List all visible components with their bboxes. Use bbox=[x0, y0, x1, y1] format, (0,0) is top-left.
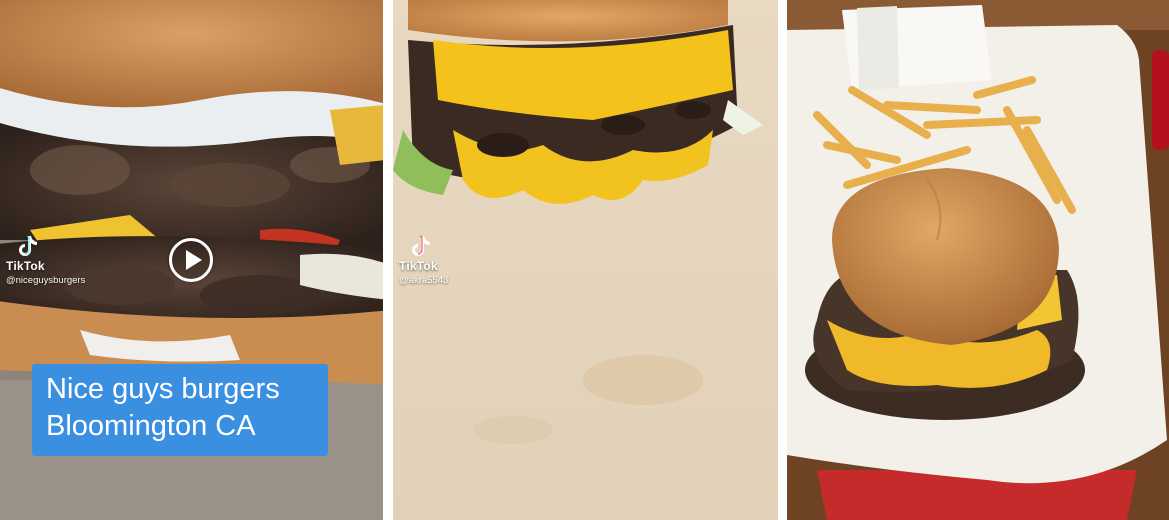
tiktok-watermark: TikTok @niceguysburgers bbox=[6, 232, 85, 286]
photo-thumbnail-3[interactable] bbox=[787, 0, 1169, 520]
burger-basket-photo bbox=[787, 0, 1169, 520]
caption-line-2: Bloomington CA bbox=[46, 410, 256, 442]
tiktok-brand-label: TikTok bbox=[6, 259, 45, 273]
tiktok-logo-icon bbox=[19, 235, 37, 256]
play-button[interactable] bbox=[169, 238, 213, 282]
video-thumbnail-2[interactable]: TikTok @akra5543 bbox=[393, 0, 778, 520]
tiktok-brand-label: TikTok bbox=[399, 259, 438, 273]
caption-line-1: Nice guys burgers bbox=[46, 373, 280, 405]
tiktok-logo-icon bbox=[412, 235, 430, 256]
play-icon bbox=[186, 250, 202, 270]
burger-photo-2 bbox=[393, 0, 778, 520]
tiktok-watermark: TikTok @akra5543 bbox=[399, 232, 448, 286]
tiktok-username[interactable]: @niceguysburgers bbox=[6, 275, 85, 286]
caption-text-box: Nice guys burgers Bloomington CA bbox=[32, 364, 328, 456]
tiktok-username[interactable]: @akra5543 bbox=[399, 275, 448, 286]
video-thumbnail-1[interactable]: TikTok @niceguysburgers Nice guys burger… bbox=[0, 0, 383, 520]
